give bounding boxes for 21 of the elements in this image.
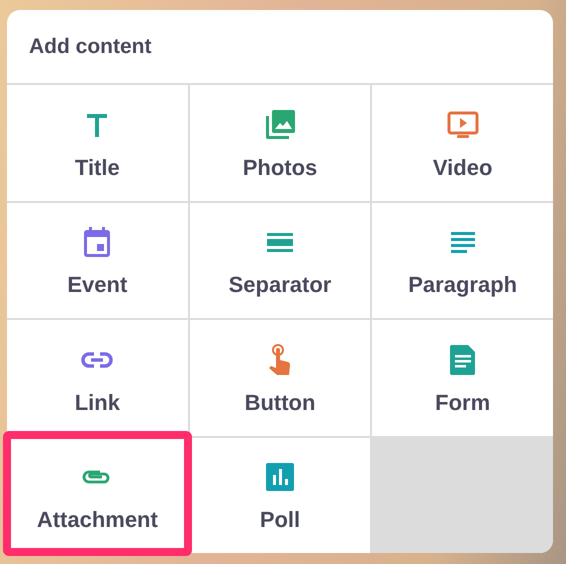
content-tile[interactable]: Photos (190, 85, 370, 200)
tile-label: Form (435, 392, 490, 414)
tile-label: Separator (228, 274, 332, 296)
tile-label: Title (74, 156, 120, 179)
content-tile[interactable]: Event (7, 202, 188, 318)
content-tile[interactable]: Poll (190, 438, 370, 553)
tile-label: Photos (242, 156, 318, 179)
tile-label: Poll (260, 509, 300, 532)
content-tile[interactable]: Title (7, 85, 188, 200)
tile-label: Video (432, 156, 492, 179)
panel-title: Add content (29, 34, 152, 60)
tile-label: Event (67, 274, 128, 296)
content-tile[interactable]: Form (372, 320, 553, 436)
tile-label: Attachment (36, 509, 158, 532)
content-tile[interactable]: Video (372, 85, 553, 200)
content-tile[interactable]: Button (190, 320, 370, 436)
tile-label: Button (244, 392, 316, 414)
tile-label: Paragraph (408, 274, 518, 296)
content-tile[interactable]: Separator (190, 202, 370, 318)
content-tile[interactable]: Paragraph (372, 202, 553, 318)
tile-label: Link (74, 392, 120, 414)
